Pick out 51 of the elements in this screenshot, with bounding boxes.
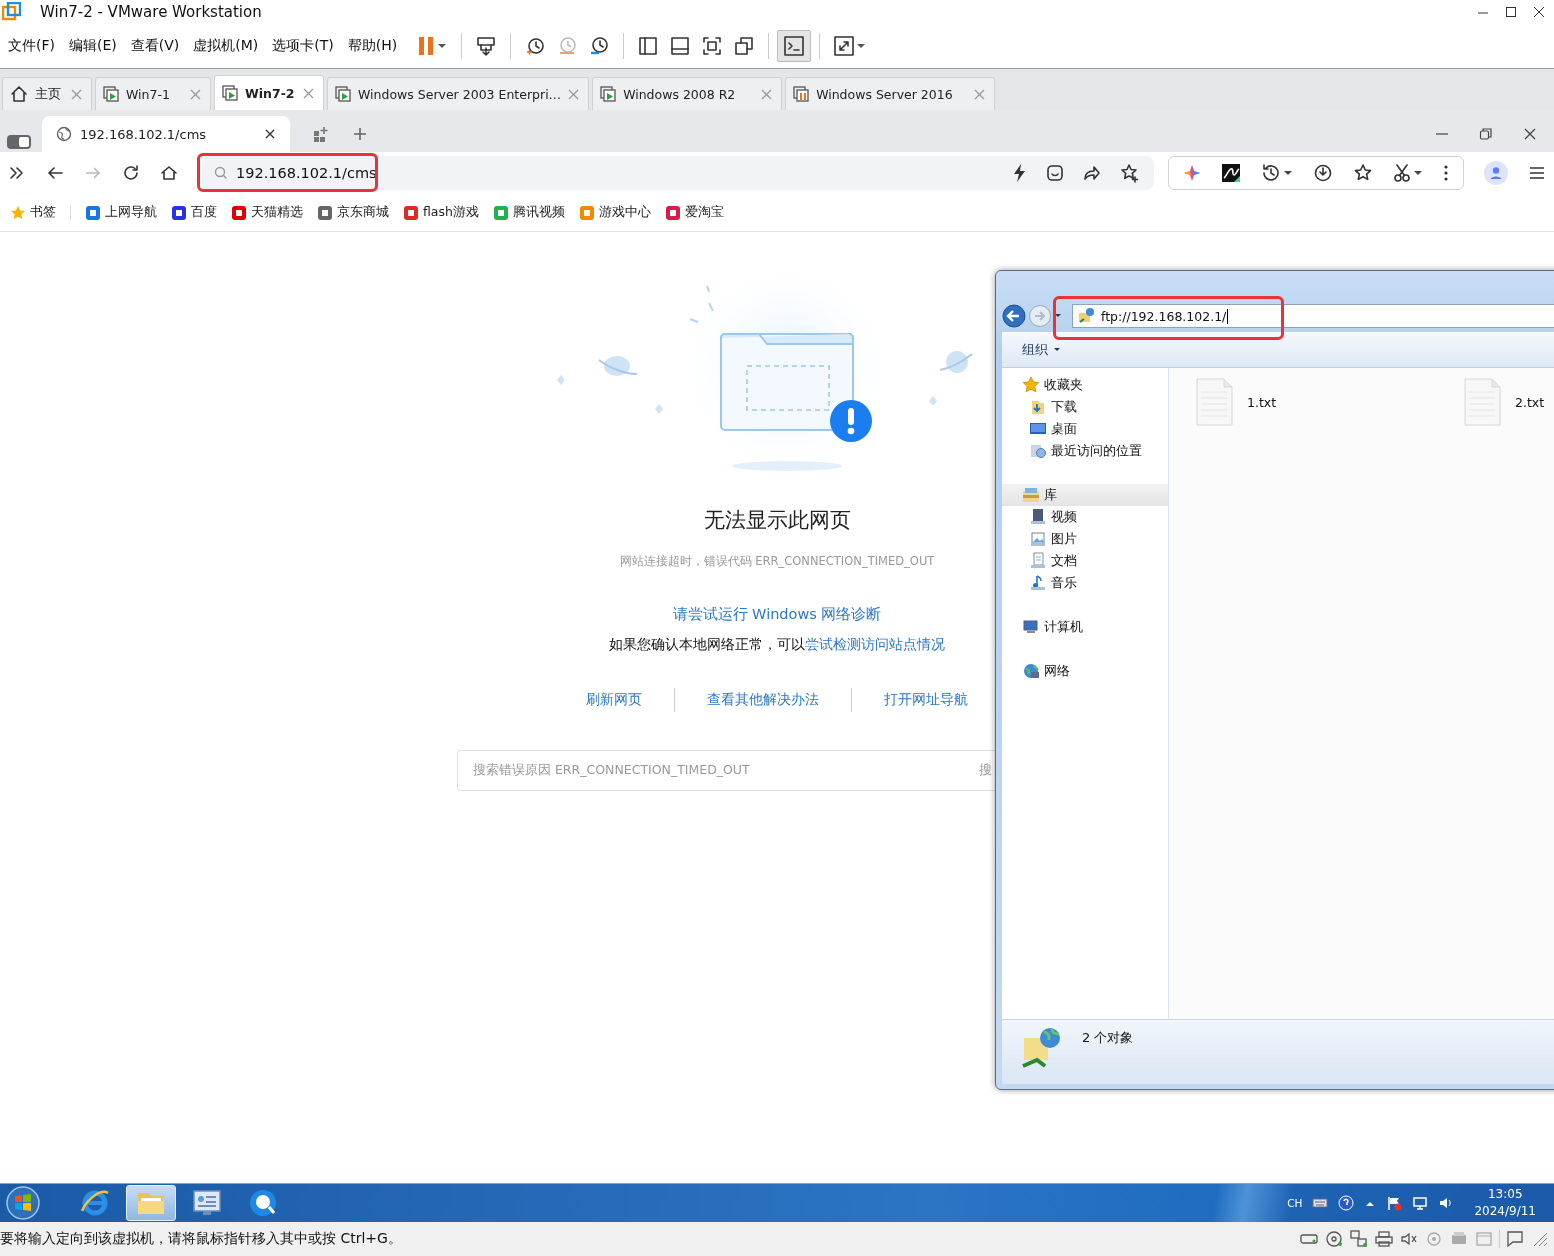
bookmark-link[interactable]: 腾讯视频 <box>492 204 565 221</box>
organize-menu[interactable]: 组织 <box>1022 341 1048 359</box>
bookmark-link[interactable]: 上网导航 <box>85 204 157 221</box>
nav-item[interactable]: 桌面 <box>1002 418 1168 440</box>
bookmark-link[interactable]: 爱淘宝 <box>664 204 724 221</box>
menu-item[interactable]: 查看(V) <box>130 36 186 55</box>
action-link[interactable]: 打开网址导航 <box>884 691 968 709</box>
bookmark-link[interactable]: 书签 <box>10 204 56 221</box>
bookmark-link[interactable]: 天猫精选 <box>231 204 303 221</box>
action-link[interactable]: 刷新网页 <box>586 691 642 709</box>
bookmark-link[interactable]: 京东商城 <box>317 204 389 221</box>
clock[interactable]: 13:05 2024/9/11 <box>1474 1186 1536 1220</box>
menu-item[interactable]: 选项卡(T) <box>272 36 340 55</box>
nav-item[interactable]: 视频 <box>1002 506 1168 528</box>
check-site-link[interactable]: 尝试检测访问站点情况 <box>805 636 945 652</box>
bookmark-link[interactable]: flash游戏 <box>403 204 479 221</box>
language-indicator[interactable]: CH <box>1287 1197 1303 1209</box>
file-item[interactable]: 2.txt <box>1464 378 1554 426</box>
menu-item[interactable]: 编辑(E) <box>69 36 123 55</box>
action-link[interactable]: 查看其他解决办法 <box>707 691 819 709</box>
nav-item[interactable]: 下载 <box>1002 396 1168 418</box>
browser-tab[interactable]: 192.168.102.1/cms <box>42 116 290 152</box>
item-count: 2 个对象 <box>1082 1029 1134 1047</box>
vm-tab[interactable]: Windows Server 2003 Enterpri… <box>327 77 590 110</box>
address-field[interactable]: ftp://192.168.102.1/ <box>1072 304 1554 328</box>
vm-tab[interactable]: Windows Server 2016 <box>785 77 996 110</box>
nav-item[interactable]: 音乐 <box>1002 572 1168 594</box>
vm-tab[interactable]: Windows 2008 R2 <box>592 77 783 110</box>
error-title: 无法显示此网页 <box>703 507 851 534</box>
diagnose-link[interactable]: 请尝试运行 Windows 网络诊断 <box>672 605 882 624</box>
file-item[interactable]: 1.txt <box>1196 378 1464 426</box>
bookmark-link[interactable]: 百度 <box>171 204 217 221</box>
vm-tab[interactable]: Win7-2 <box>214 75 324 110</box>
menu-item[interactable]: 虚拟机(M) <box>193 36 265 55</box>
menu-item[interactable]: 帮助(H) <box>347 36 404 55</box>
bookmark-link[interactable]: 游戏中心 <box>578 204 651 221</box>
vm-tab[interactable]: Win7-1 <box>95 77 211 110</box>
vm-tab[interactable]: 主页 <box>2 77 92 110</box>
nav-item[interactable]: 文档 <box>1002 550 1168 572</box>
nav-item[interactable]: 计算机 <box>1002 616 1168 638</box>
address-bar[interactable]: 192.168.102.1/cms <box>202 156 1154 190</box>
hint-text: 如果您确认本地网络正常，可以尝试检测访问站点情况 <box>609 636 945 654</box>
window-title: Win7-2 - VMware Workstation <box>40 2 262 21</box>
nav-item[interactable]: 库 <box>1002 484 1168 506</box>
nav-item[interactable]: 网络 <box>1002 660 1168 682</box>
status-message: 要将输入定向到该虚拟机，请将鼠标指针移入其中或按 Ctrl+G。 <box>0 1230 403 1248</box>
nav-item[interactable]: 收藏夹 <box>1002 374 1168 396</box>
error-detail: 网站连接超时，错误代码 ERR_CONNECTION_TIMED_OUT <box>619 554 935 569</box>
menu-item[interactable]: 文件(F) <box>8 36 61 55</box>
nav-item[interactable]: 最近访问的位置 <box>1002 440 1168 462</box>
nav-item[interactable]: 图片 <box>1002 528 1168 550</box>
